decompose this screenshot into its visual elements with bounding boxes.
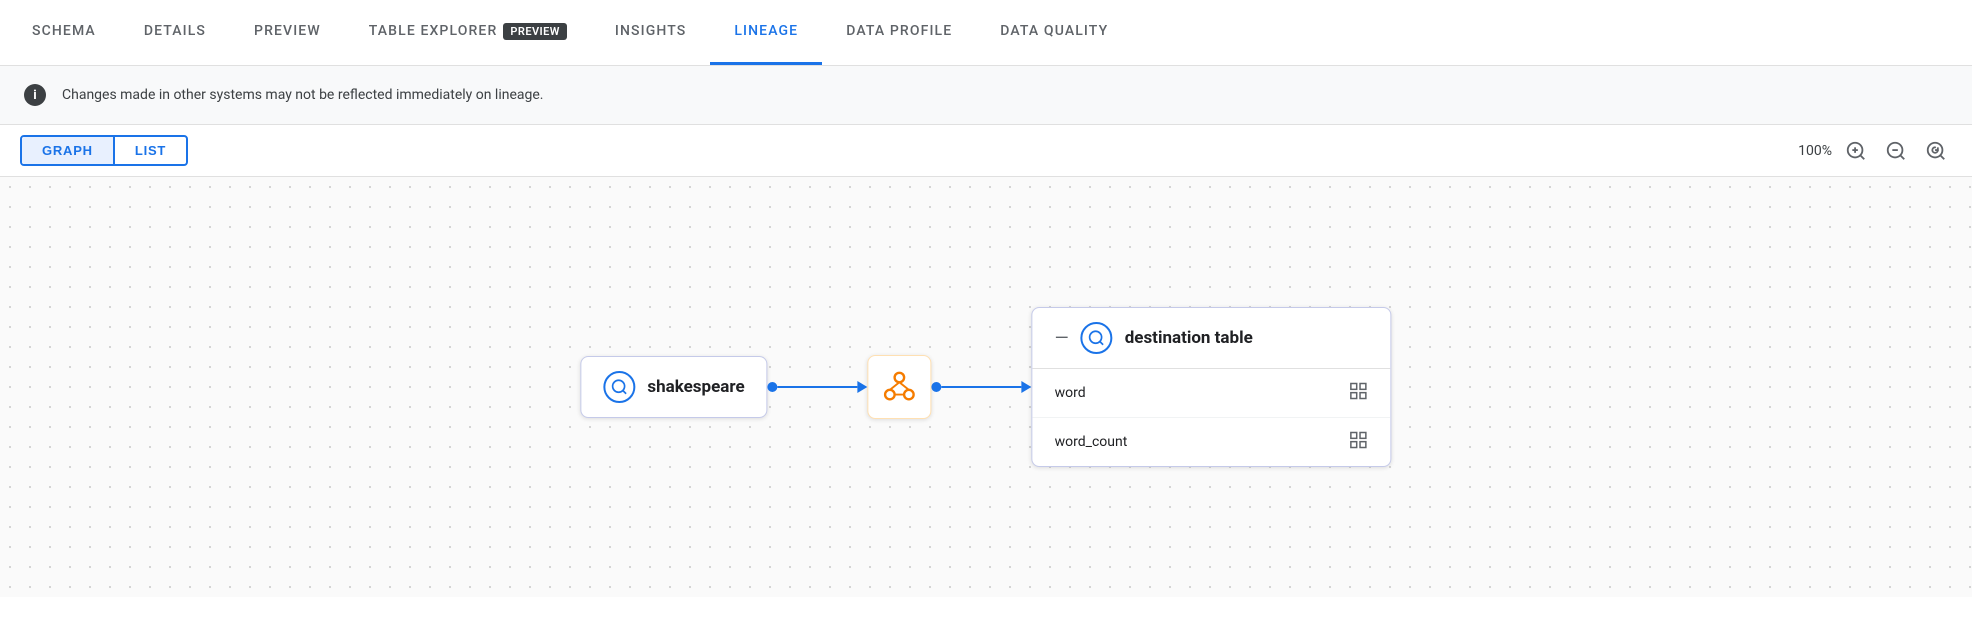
view-toggle: GRAPH LIST bbox=[20, 135, 188, 166]
zoom-level: 100% bbox=[1798, 143, 1832, 159]
destination-node[interactable]: — destination table word word bbox=[1032, 307, 1392, 467]
tab-data-quality[interactable]: DATA QUALITY bbox=[976, 0, 1132, 65]
dest-node-icon bbox=[1081, 322, 1113, 354]
tab-table-explorer[interactable]: TABLE EXPLORER PREVIEW bbox=[345, 0, 591, 65]
tab-data-profile[interactable]: DATA PROFILE bbox=[822, 0, 976, 65]
tab-lineage[interactable]: LINEAGE bbox=[710, 0, 822, 65]
dest-field-word-count-name: word_count bbox=[1055, 434, 1128, 450]
connector-dot-right bbox=[932, 382, 942, 392]
zoom-in-icon bbox=[1845, 140, 1867, 162]
transform-node[interactable] bbox=[868, 355, 932, 419]
line-2 bbox=[942, 386, 1022, 388]
connector-source-transform bbox=[768, 381, 868, 393]
info-banner: i Changes made in other systems may not … bbox=[0, 66, 1972, 125]
zoom-reset-button[interactable] bbox=[1920, 135, 1952, 167]
tab-bar: SCHEMA DETAILS PREVIEW TABLE EXPLORER PR… bbox=[0, 0, 1972, 66]
line-1 bbox=[778, 386, 858, 388]
connector-transform-dest bbox=[932, 381, 1032, 393]
graph-canvas[interactable]: shakespeare bbox=[0, 177, 1972, 597]
source-node[interactable]: shakespeare bbox=[580, 356, 767, 418]
banner-text: Changes made in other systems may not be… bbox=[62, 87, 544, 103]
connector-dot-left bbox=[768, 382, 778, 392]
tab-schema[interactable]: SCHEMA bbox=[8, 0, 120, 65]
tab-details[interactable]: DETAILS bbox=[120, 0, 230, 65]
dest-field-word-count-icon bbox=[1349, 430, 1369, 454]
source-node-icon bbox=[603, 371, 635, 403]
dest-field-word-count[interactable]: word_count bbox=[1033, 418, 1391, 466]
info-icon: i bbox=[24, 84, 46, 106]
toolbar: GRAPH LIST 100% bbox=[0, 125, 1972, 177]
dest-node-label: destination table bbox=[1125, 328, 1253, 348]
tab-preview[interactable]: PREVIEW bbox=[230, 0, 345, 65]
destination-node-header: — destination table bbox=[1033, 308, 1391, 369]
zoom-out-button[interactable] bbox=[1880, 135, 1912, 167]
arrow-line-1 bbox=[778, 381, 868, 393]
list-button[interactable]: LIST bbox=[115, 137, 186, 164]
dest-field-word[interactable]: word bbox=[1033, 369, 1391, 418]
transform-icon bbox=[881, 368, 919, 406]
zoom-out-icon bbox=[1885, 140, 1907, 162]
arrowhead-1 bbox=[858, 381, 868, 393]
arrowhead-2 bbox=[1022, 381, 1032, 393]
lineage-diagram: shakespeare bbox=[580, 307, 1391, 467]
zoom-controls: 100% bbox=[1798, 135, 1952, 167]
zoom-reset-icon bbox=[1925, 140, 1947, 162]
graph-button[interactable]: GRAPH bbox=[22, 137, 115, 164]
table-explorer-preview-badge: PREVIEW bbox=[503, 23, 567, 40]
arrow-line-2 bbox=[942, 381, 1032, 393]
source-node-label: shakespeare bbox=[647, 377, 744, 397]
dest-dash: — bbox=[1055, 328, 1069, 349]
dest-field-word-icon bbox=[1349, 381, 1369, 405]
zoom-in-button[interactable] bbox=[1840, 135, 1872, 167]
dest-field-word-name: word bbox=[1055, 385, 1086, 401]
tab-insights[interactable]: INSIGHTS bbox=[591, 0, 710, 65]
